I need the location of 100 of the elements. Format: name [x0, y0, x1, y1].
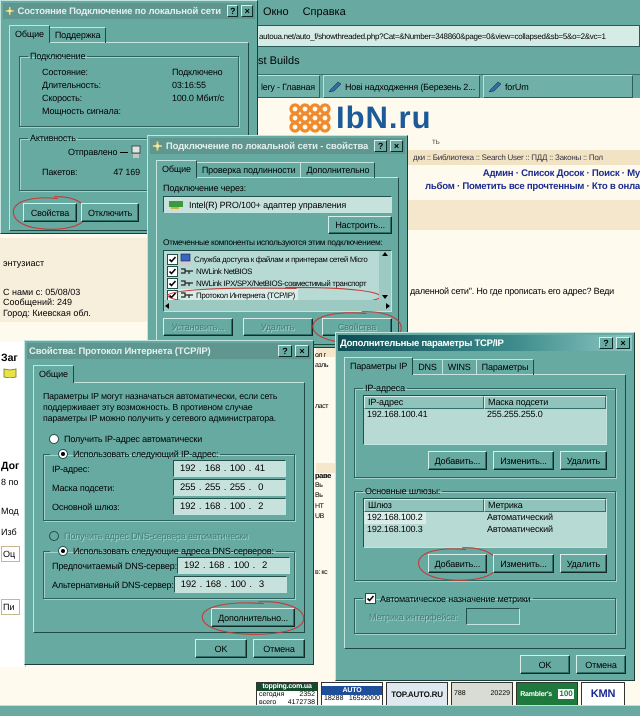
- tab[interactable]: Дополнительно: [300, 162, 376, 178]
- close-button[interactable]: ×: [390, 140, 403, 152]
- field-label: Пакетов:: [42, 167, 78, 177]
- link[interactable]: st Builds: [258, 55, 300, 67]
- cancel-button[interactable]: Отмена: [576, 655, 626, 674]
- field-value: Подключено: [172, 67, 224, 77]
- help-button[interactable]: ?: [278, 345, 292, 357]
- adapter-name: Intel(R) PRO/100+ адаптер управления: [189, 200, 346, 210]
- forum-links[interactable]: льбом · Пометить все прочтенным · Кто в онла: [425, 180, 640, 193]
- checkbox-label: Автоматическое назначение метрики: [380, 594, 531, 604]
- post-text: даленной сети". Но где прописать его адрес? Веди: [410, 286, 614, 296]
- field-label: Маска подсети:: [52, 482, 114, 492]
- edit-button[interactable]: Изменить...: [493, 554, 554, 573]
- ok-button[interactable]: OK: [195, 639, 247, 658]
- text-fragment: Пи: [1, 599, 20, 615]
- cancel-button[interactable]: Отмена: [253, 639, 305, 658]
- group-label: IP-адреса: [364, 383, 406, 393]
- description-text: Параметры IP могут назначаться автоматически, если сеть поддерживает эту возможность. В противном случае параметры IP можно получить у сетевого администратора.: [43, 391, 278, 424]
- edit-button[interactable]: Изменить...: [493, 451, 554, 470]
- tab[interactable]: Общие: [33, 365, 74, 383]
- advanced-button[interactable]: Дополнительно...: [211, 608, 295, 627]
- text-fragment: Оц: [1, 546, 20, 562]
- ip-address-field[interactable]: 255 . 255 . 255 . 0: [173, 479, 286, 496]
- banner-title: KMN: [590, 690, 616, 698]
- window-title: Состояние Подключение по локальной сети: [18, 6, 221, 16]
- close-button[interactable]: ×: [616, 337, 630, 349]
- close-button[interactable]: ×: [241, 5, 253, 17]
- list-cell[interactable]: Автоматический: [484, 524, 556, 535]
- field-value: 100.0 Мбит/с: [172, 93, 224, 103]
- field-label: Метрика интерфейса:: [369, 612, 458, 622]
- window-title: Подключение по локальной сети - свойства: [166, 140, 368, 152]
- menu-item[interactable]: Окно: [263, 6, 289, 18]
- field-value: 47 169: [113, 167, 140, 177]
- counter-banner[interactable]: KMN: [581, 682, 625, 706]
- text-fragment: Изб: [1, 527, 17, 537]
- ip-address-field[interactable]: 192 . 168 . 100 . 3: [174, 576, 287, 593]
- disconnect-button[interactable]: Отключить: [81, 203, 139, 222]
- logo-text: IbN.ru: [336, 103, 432, 133]
- ok-button[interactable]: OK: [520, 655, 570, 674]
- tab[interactable]: Проверка подлинности: [196, 162, 302, 178]
- close-button[interactable]: ×: [295, 345, 309, 357]
- field-label: Подключение через:: [163, 183, 248, 193]
- tab[interactable]: Поддержка: [48, 27, 106, 43]
- list-cell[interactable]: 255.255.255.0: [484, 409, 546, 420]
- properties-button[interactable]: Свойства: [23, 203, 77, 222]
- address-field[interactable]: autoua.net/auto_f/showthreaded.php?Cat=&Number=348860&page=0&view=collapsed&sb=5&o=2&vc=1: [256, 25, 640, 47]
- tab[interactable]: Параметры IP: [344, 357, 414, 375]
- configure-button[interactable]: Настроить...: [328, 216, 392, 234]
- text-fragment: Мод: [1, 506, 19, 516]
- field-label: Альтернативный DNS-сервер:: [52, 580, 174, 590]
- field-label: Отмеченные компоненты используются этим подключением:: [163, 237, 384, 247]
- ip-address-field[interactable]: 192 . 168 . 100 . 2: [173, 498, 286, 515]
- help-button[interactable]: ?: [374, 140, 388, 152]
- logo-tagline: ть: [432, 137, 440, 146]
- browser-tab[interactable]: lery - Главная: [256, 75, 320, 98]
- field-label: Скорость:: [42, 93, 84, 103]
- field-label: Отправлено: [68, 147, 118, 157]
- group-label: Активность: [29, 133, 77, 143]
- nav-bar[interactable]: дки :: Библиотека :: Search User :: ПДД :: Законы :: Пол: [408, 150, 640, 165]
- text-fragment: Заг: [1, 352, 18, 364]
- window-title: Свойства: Протокол Интернета (TCP/IP): [29, 346, 211, 356]
- text-fragment: 8 по: [1, 477, 18, 487]
- ip-address-field[interactable]: 192 . 168 . 100 . 2: [176, 557, 290, 574]
- radio-option[interactable]: Получить IP-адрес автоматически: [43, 434, 295, 444]
- list-cell[interactable]: 192.168.100.41: [364, 409, 430, 420]
- field-label: Мощность сигнала:: [42, 106, 122, 116]
- list-cell[interactable]: 192.168.100.2: [364, 512, 426, 524]
- radio-option[interactable]: Использовать следующий IP-адрес:: [52, 449, 218, 459]
- tab[interactable]: WINS: [442, 359, 477, 375]
- column-header[interactable]: Метрика: [484, 499, 606, 512]
- profile-text: Город: Киевская обл.: [3, 308, 92, 318]
- forum-links[interactable]: Админ · Список Досок · Поиск · Му: [482, 167, 640, 180]
- add-button[interactable]: Добавить...: [428, 554, 488, 573]
- tab[interactable]: Общие: [9, 25, 50, 43]
- tab[interactable]: Общие: [156, 160, 197, 178]
- field-label: Состояние:: [42, 67, 89, 77]
- field-label: Длительность:: [42, 80, 102, 90]
- radio-option[interactable]: Использовать следующие адреса DNS-серверов:: [52, 546, 274, 556]
- ip-address-field[interactable]: 192 . 168 . 100 . 41: [173, 460, 286, 477]
- group-label: Подключение: [29, 51, 86, 61]
- field-label: IP-адрес:: [52, 464, 90, 474]
- remove-button[interactable]: Удалить: [560, 554, 607, 573]
- tab[interactable]: Параметры: [476, 359, 534, 375]
- column-header[interactable]: Маска подсети: [484, 396, 606, 409]
- field-label: Предпочитаемый DNS-сервер:: [52, 560, 177, 570]
- add-button[interactable]: Добавить...: [428, 451, 488, 470]
- text-fragment: Дог: [1, 460, 20, 472]
- counter-banner[interactable]: TOP.AUTO.RU: [386, 682, 448, 706]
- remove-button[interactable]: Удалить: [560, 451, 607, 470]
- menu-item[interactable]: Справка: [302, 6, 346, 18]
- browser-tab[interactable]: Нові надходження (Березень 2...: [322, 75, 480, 98]
- list-cell[interactable]: Автоматический: [484, 512, 556, 524]
- profile-text: С нами с: 05/08/03: [3, 286, 82, 297]
- help-button[interactable]: ?: [599, 337, 613, 349]
- column-header[interactable]: IP-адрес: [364, 396, 484, 409]
- profile-text: энтузиаст: [3, 258, 46, 268]
- browser-tab[interactable]: forUm: [483, 75, 633, 98]
- list-cell[interactable]: 192.168.100.3: [364, 524, 426, 535]
- help-button[interactable]: ?: [226, 5, 238, 17]
- column-header[interactable]: Шлюз: [364, 499, 484, 512]
